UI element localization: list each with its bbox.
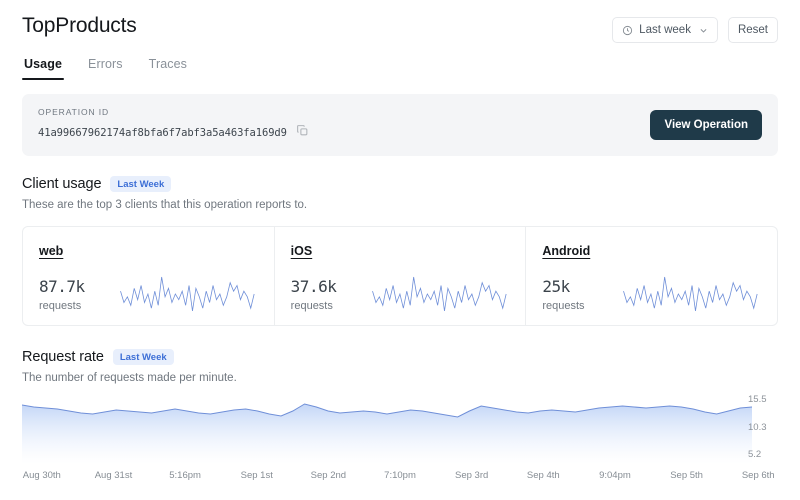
sparkline-chart	[117, 274, 258, 314]
client-card-value: 25k	[542, 276, 570, 296]
client-card-android[interactable]: Android 25k requests	[526, 226, 779, 326]
client-card-value: 87.7k	[39, 276, 85, 296]
operation-id-label: OPERATION ID	[38, 107, 110, 117]
client-card-ios[interactable]: iOS 37.6k requests	[274, 226, 527, 326]
operation-id-block: OPERATION ID 41a99667962174af8bfa6f7abf3…	[38, 107, 309, 142]
client-card-unit: requests	[542, 299, 585, 312]
client-usage-section: Client usage Last Week These are the top…	[22, 176, 778, 211]
copy-icon[interactable]	[296, 124, 309, 142]
page-title: TopProducts	[22, 14, 137, 37]
time-range-label: Last week	[639, 24, 691, 36]
x-tick-label: Sep 5th	[670, 470, 703, 481]
client-card-unit: requests	[290, 299, 333, 312]
y-tick-label: 15.5	[748, 394, 767, 405]
tab-errors[interactable]: Errors	[88, 57, 123, 80]
x-tick-label: Sep 6th	[741, 470, 775, 481]
client-card-web[interactable]: web 87.7k requests	[22, 226, 275, 326]
client-card-body: 25k requests	[542, 274, 761, 314]
client-usage-badge: Last Week	[110, 176, 172, 192]
x-tick-label: 5:16pm	[169, 470, 201, 481]
request-rate-chart: 15.5 10.3 5.2 Aug 30th Aug 31st 5:16pm S…	[0, 392, 800, 500]
operation-id-panel: OPERATION ID 41a99667962174af8bfa6f7abf3…	[22, 94, 778, 156]
page-header: TopProducts Last week Reset Usage Errors…	[0, 0, 800, 80]
sparkline-chart	[369, 274, 510, 314]
client-card-name[interactable]: Android	[542, 244, 590, 258]
y-tick-label: 10.3	[748, 421, 767, 433]
request-rate-section: Request rate Last Week The number of req…	[22, 349, 778, 384]
request-rate-plot	[22, 392, 752, 464]
request-rate-header: Request rate Last Week	[22, 349, 778, 365]
client-card-metric: 87.7k requests	[39, 277, 105, 312]
x-tick-label: Aug 30th	[22, 470, 61, 481]
x-axis-labels: Aug 30th Aug 31st 5:16pm Sep 1st Sep 2nd…	[0, 470, 800, 481]
x-tick-label: Sep 1st	[240, 470, 273, 481]
client-card-metric: 37.6k requests	[291, 277, 357, 312]
client-usage-title: Client usage	[22, 176, 102, 192]
app-root: TopProducts Last week Reset Usage Errors…	[0, 0, 800, 500]
request-rate-description: The number of requests made per minute.	[22, 372, 237, 384]
reset-button[interactable]: Reset	[727, 17, 778, 43]
header-actions: Last week Reset	[612, 17, 778, 43]
operation-id-value: 41a99667962174af8bfa6f7abf3a5a463fa169d9	[38, 127, 287, 139]
x-tick-label: 7:10pm	[384, 470, 416, 481]
x-tick-label: 9:04pm	[599, 470, 631, 481]
time-range-selector[interactable]: Last week	[612, 17, 718, 43]
x-tick-label: Aug 31st	[94, 470, 133, 481]
x-tick-label: Sep 4th	[526, 470, 560, 481]
x-tick-label: Sep 3rd	[455, 470, 489, 481]
client-usage-description: These are the top 3 clients that this op…	[22, 199, 308, 211]
y-tick-label: 5.2	[748, 449, 762, 460]
x-tick-label: Sep 2nd	[310, 470, 347, 481]
tab-bar: Usage Errors Traces	[21, 57, 778, 80]
clock-icon	[622, 25, 633, 36]
tab-traces[interactable]: Traces	[149, 57, 187, 80]
client-usage-header: Client usage Last Week	[22, 176, 778, 192]
request-rate-title: Request rate	[22, 349, 104, 365]
chevron-down-icon	[699, 26, 708, 35]
client-card-value: 37.6k	[290, 276, 337, 296]
client-card-unit: requests	[39, 299, 82, 312]
tab-usage[interactable]: Usage	[21, 57, 65, 80]
client-card-body: 37.6k requests	[291, 274, 510, 314]
client-card-name[interactable]: web	[39, 244, 63, 258]
operation-id-value-row: 41a99667962174af8bfa6f7abf3a5a463fa169d9	[38, 124, 309, 142]
client-card-name[interactable]: iOS	[291, 244, 313, 258]
client-card-body: 87.7k requests	[39, 274, 258, 314]
y-axis-labels: 15.5 10.3 5.2	[748, 392, 790, 464]
sparkline-chart	[620, 274, 761, 314]
title-row: TopProducts Last week Reset	[22, 14, 778, 43]
client-usage-cards: web 87.7k requests iOS 37.6k requests An…	[22, 226, 779, 326]
client-card-metric: 25k requests	[542, 277, 608, 312]
request-rate-badge: Last Week	[112, 349, 174, 365]
reset-label: Reset	[737, 24, 768, 36]
view-operation-button[interactable]: View Operation	[650, 109, 762, 140]
